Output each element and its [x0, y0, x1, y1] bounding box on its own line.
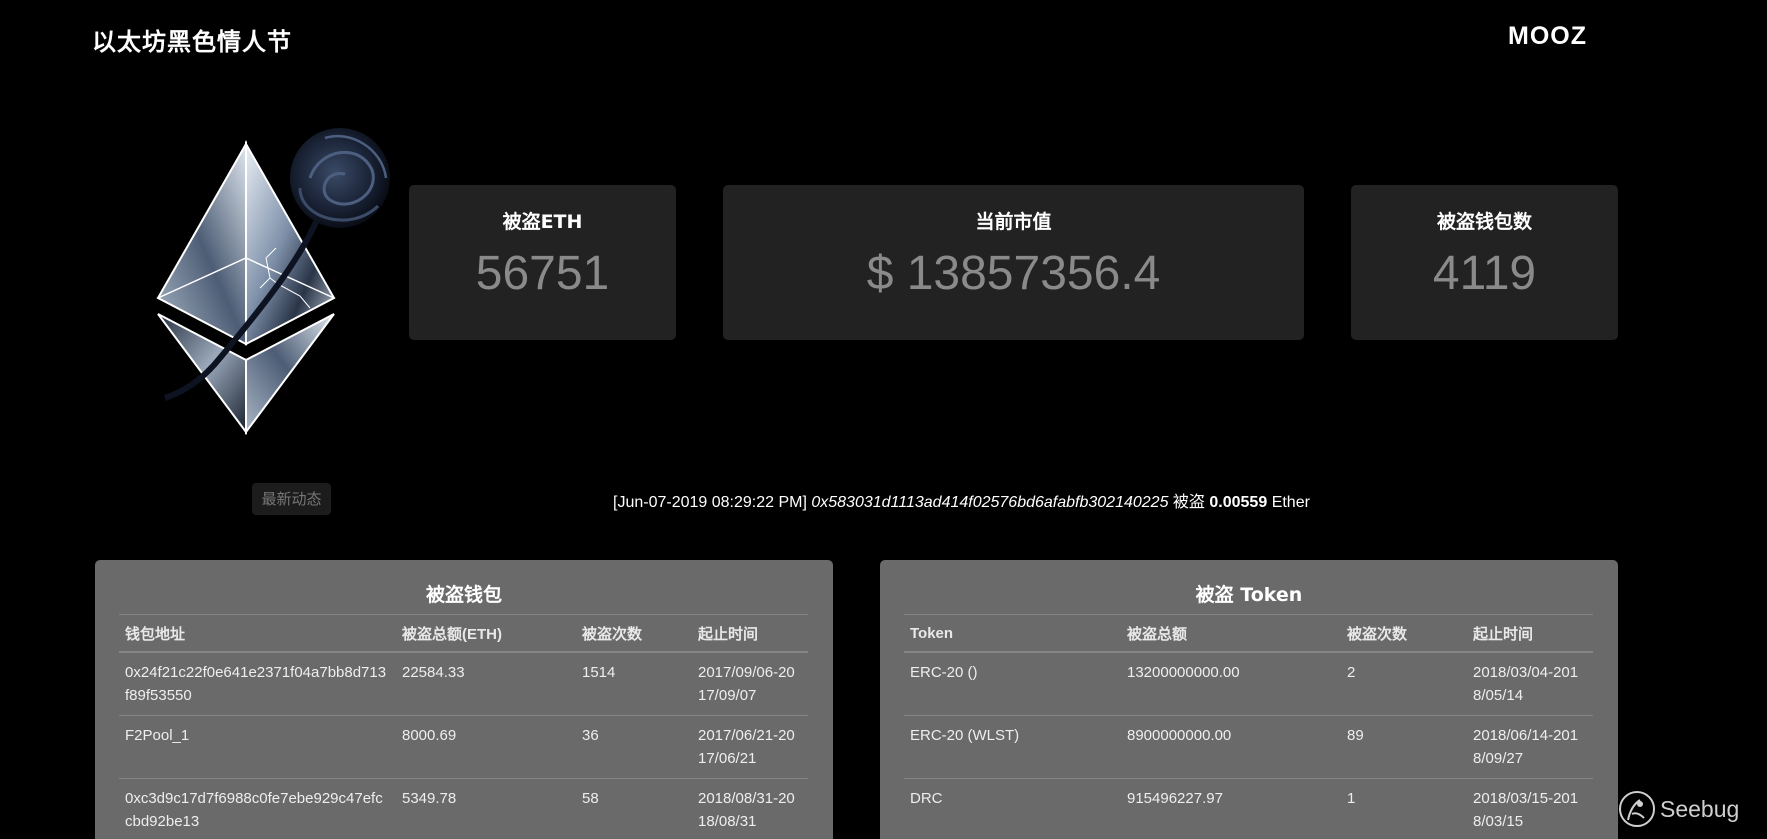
- date-range-cell: 2017/09/06-2017/09/07: [692, 652, 808, 716]
- column-header[interactable]: 被盗次数: [1341, 614, 1467, 653]
- column-header[interactable]: 被盗总额(ETH): [396, 614, 576, 653]
- news-unit: Ether: [1271, 494, 1310, 511]
- column-header[interactable]: Token: [904, 614, 1121, 653]
- stolen-tokens-panel: 被盗 Token Token 被盗总额 被盗次数 起止时间 ERC-20 () …: [880, 560, 1618, 839]
- stolen-wallets-value: 4119: [1432, 247, 1537, 300]
- site-title[interactable]: 以太坊黑色情人节: [92, 22, 292, 57]
- total-stolen-cell: 5349.78: [396, 778, 576, 839]
- stolen-wallets-panel: 被盗钱包 钱包地址 被盗总额(ETH) 被盗次数 起止时间 0x24f21c22…: [95, 560, 833, 839]
- table-header-row: Token 被盗总额 被盗次数 起止时间: [904, 614, 1593, 653]
- market-value-card: 当前市值 $ 13857356.4: [723, 185, 1304, 340]
- seebug-watermark: Seebug: [1618, 790, 1739, 828]
- stolen-eth-label: 被盗ETH: [502, 211, 583, 233]
- wallet-address-cell[interactable]: F2Pool_1: [119, 715, 396, 779]
- seebug-bug-icon: [1619, 791, 1655, 827]
- stolen-wallets-table: 钱包地址 被盗总额(ETH) 被盗次数 起止时间 0x24f21c22f0e64…: [119, 614, 808, 839]
- stolen-eth-card: 被盗ETH 56751: [409, 185, 676, 340]
- total-stolen-cell: 8000.69: [396, 715, 576, 779]
- ethereum-rose-logo: [156, 128, 390, 436]
- theft-count-cell: 89: [1341, 715, 1467, 779]
- column-header[interactable]: 起止时间: [1467, 614, 1593, 653]
- column-header[interactable]: 被盗总额: [1121, 614, 1341, 653]
- total-stolen-cell: 8900000000.00: [1121, 715, 1341, 779]
- total-stolen-cell: 915496227.97: [1121, 778, 1341, 839]
- table-row[interactable]: DRC 915496227.97 1 2018/03/15-2018/03/15: [904, 778, 1593, 839]
- stolen-wallets-title: 被盗钱包: [425, 584, 502, 606]
- table-row[interactable]: ERC-20 (WLST) 8900000000.00 89 2018/06/1…: [904, 715, 1593, 779]
- date-range-cell: 2018/03/04-2018/05/14: [1467, 652, 1593, 716]
- seebug-text: Seebug: [1660, 795, 1740, 822]
- wallet-address-cell[interactable]: 0xc3d9c17d7f6988c0fe7ebe929c47efccbd92be…: [119, 778, 396, 839]
- stolen-tokens-table: Token 被盗总额 被盗次数 起止时间 ERC-20 () 132000000…: [904, 614, 1593, 839]
- theft-count-cell: 36: [576, 715, 692, 779]
- theft-count-cell: 2: [1341, 652, 1467, 716]
- total-stolen-cell: 13200000000.00: [1121, 652, 1341, 716]
- theft-count-cell: 58: [576, 778, 692, 839]
- table-row[interactable]: 0xc3d9c17d7f6988c0fe7ebe929c47efccbd92be…: [119, 778, 808, 839]
- wallet-address-cell[interactable]: 0x24f21c22f0e641e2371f04a7bb8d713f89f535…: [119, 652, 396, 716]
- column-header[interactable]: 被盗次数: [576, 614, 692, 653]
- table-header-row: 钱包地址 被盗总额(ETH) 被盗次数 起止时间: [119, 614, 808, 653]
- token-name-cell[interactable]: DRC: [904, 778, 1121, 839]
- stolen-wallets-label: 被盗钱包数: [1436, 211, 1532, 233]
- latest-news-line: [Jun-07-2019 08:29:22 PM] 0x583031d1113a…: [613, 488, 1310, 512]
- market-value-value: $ 13857356.4: [866, 247, 1161, 300]
- news-amount: 0.00559: [1209, 494, 1268, 511]
- page: 以太坊黑色情人节 MOOZ 被盗ETH 56751 当前市值 $ 1385735…: [0, 0, 1767, 839]
- news-verb: 被盗: [1172, 494, 1205, 511]
- news-timestamp: [Jun-07-2019 08:29:22 PM]: [613, 494, 807, 511]
- table-row[interactable]: 0x24f21c22f0e641e2371f04a7bb8d713f89f535…: [119, 652, 808, 716]
- date-range-cell: 2018/08/31-2018/08/31: [692, 778, 808, 839]
- table-row[interactable]: F2Pool_1 8000.69 36 2017/06/21-2017/06/2…: [119, 715, 808, 779]
- column-header[interactable]: 起止时间: [692, 614, 808, 653]
- date-range-cell: 2018/03/15-2018/03/15: [1467, 778, 1593, 839]
- token-name-cell[interactable]: ERC-20 (): [904, 652, 1121, 716]
- theft-count-cell: 1514: [576, 652, 692, 716]
- date-range-cell: 2018/06/14-2018/09/27: [1467, 715, 1593, 779]
- stolen-wallets-card: 被盗钱包数 4119: [1351, 185, 1618, 340]
- latest-news-button[interactable]: 最新动态: [252, 483, 331, 515]
- brand-logo-text[interactable]: MOOZ: [1508, 22, 1587, 51]
- total-stolen-cell: 22584.33: [396, 652, 576, 716]
- table-row[interactable]: ERC-20 () 13200000000.00 2 2018/03/04-20…: [904, 652, 1593, 716]
- token-name-cell[interactable]: ERC-20 (WLST): [904, 715, 1121, 779]
- news-address[interactable]: 0x583031d1113ad414f02576bd6afabfb3021402…: [811, 494, 1168, 511]
- column-header[interactable]: 钱包地址: [119, 614, 396, 653]
- stolen-tokens-title: 被盗 Token: [1195, 584, 1303, 606]
- stolen-eth-value: 56751: [475, 247, 610, 300]
- theft-count-cell: 1: [1341, 778, 1467, 839]
- date-range-cell: 2017/06/21-2017/06/21: [692, 715, 808, 779]
- market-value-label: 当前市值: [975, 211, 1052, 233]
